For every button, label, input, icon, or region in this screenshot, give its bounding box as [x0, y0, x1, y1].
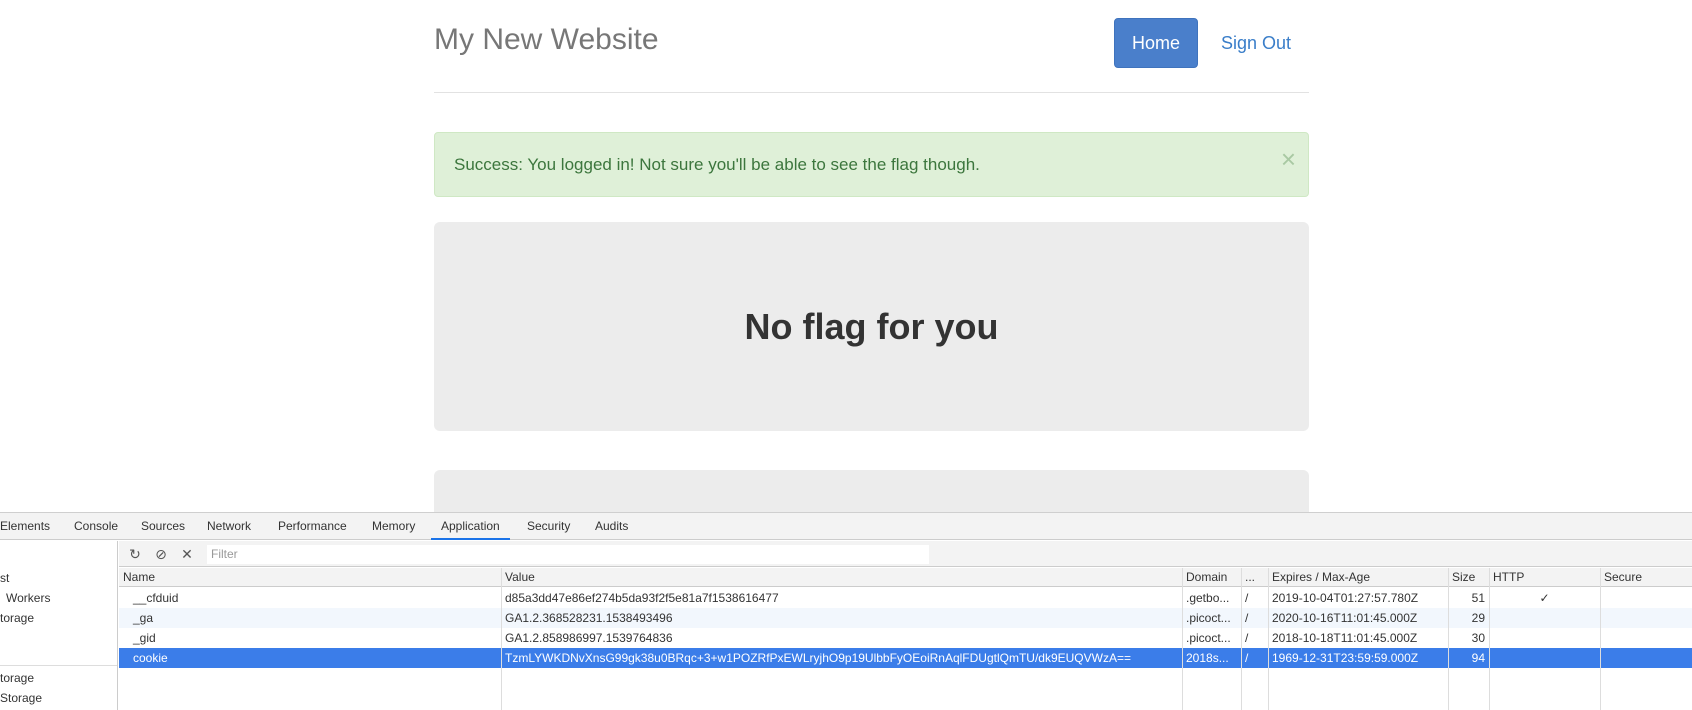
cookie-path: /: [1245, 631, 1249, 645]
cookie-expires: 2020-10-16T11:01:45.000Z: [1272, 611, 1418, 625]
cookie-domain: .getbo...: [1186, 591, 1230, 605]
filter-input[interactable]: Filter: [207, 545, 929, 564]
column-divider[interactable]: [1489, 568, 1490, 710]
refresh-icon[interactable]: ↻: [126, 545, 144, 563]
tab-memory[interactable]: Memory: [372, 513, 415, 540]
delete-selected-icon[interactable]: ✕: [178, 545, 196, 563]
column-divider[interactable]: [1182, 568, 1183, 710]
devtools-panel: Elements Console Sources Network Perform…: [0, 512, 1692, 710]
cookie-domain: .picoct...: [1186, 611, 1231, 625]
column-header-path[interactable]: ...: [1241, 568, 1268, 587]
cookie-value: TzmLYWKDNvXnsG99gk38u0BRqc+3+w1POZRfPxEW…: [505, 651, 1131, 665]
cookie-name: _gid: [133, 631, 156, 645]
tab-elements[interactable]: Elements: [0, 513, 50, 540]
table-row[interactable]: _ga GA1.2.368528231.1538493496 .picoct..…: [119, 608, 1692, 628]
cookie-size: 94: [1471, 651, 1485, 665]
cookie-http-only: [1489, 628, 1600, 648]
jumbotron-secondary: [434, 470, 1309, 512]
header-divider: [434, 92, 1309, 93]
tab-application[interactable]: Application: [431, 513, 510, 540]
cookie-size: 30: [1471, 631, 1485, 645]
alert-close-icon[interactable]: ×: [1281, 146, 1296, 172]
sidebar-item-session-storage[interactable]: Storage: [0, 691, 42, 705]
site-title[interactable]: My New Website: [434, 23, 659, 57]
cookie-expires: 2018-10-18T11:01:45.000Z: [1272, 631, 1418, 645]
clear-all-icon[interactable]: ⊘: [152, 545, 170, 563]
table-row[interactable]: __cfduid d85a3dd47e86ef274b5da93f2f5e81a…: [119, 588, 1692, 608]
webpage-viewport: My New Website Home Sign Out Success: Yo…: [0, 0, 1692, 512]
column-header-value[interactable]: Value: [501, 568, 1182, 587]
cookie-value: GA1.2.858986997.1539764836: [505, 631, 673, 645]
column-divider[interactable]: [1448, 568, 1449, 710]
cookie-domain: .picoct...: [1186, 631, 1231, 645]
cookie-path: /: [1245, 651, 1249, 665]
sidebar-divider: [0, 665, 117, 666]
application-sidebar: st Workers torage torage Storage: [0, 541, 118, 710]
column-header-size[interactable]: Size: [1448, 568, 1489, 587]
success-alert: Success: You logged in! Not sure you'll …: [434, 132, 1309, 197]
tab-audits[interactable]: Audits: [595, 513, 628, 540]
table-header: Name Value Domain ... Expires / Max-Age …: [119, 568, 1692, 587]
cookie-name: cookie: [133, 651, 168, 665]
alert-message: Success: You logged in! Not sure you'll …: [454, 154, 980, 174]
cookie-name: __cfduid: [133, 591, 179, 605]
table-row[interactable]: _gid GA1.2.858986997.1539764836 .picoct.…: [119, 628, 1692, 648]
cookie-http-only: [1489, 648, 1600, 668]
cookie-secure: [1600, 608, 1692, 628]
cookie-path: /: [1245, 591, 1249, 605]
cookie-domain: 2018s...: [1186, 651, 1229, 665]
cookie-expires: 2019-10-04T01:27:57.780Z: [1272, 591, 1419, 605]
column-divider[interactable]: [501, 568, 502, 710]
column-header-name[interactable]: Name: [119, 568, 501, 587]
table-row-selected[interactable]: cookie TzmLYWKDNvXnsG99gk38u0BRqc+3+w1PO…: [119, 648, 1692, 668]
sidebar-item-clear-storage[interactable]: torage: [0, 611, 34, 625]
sidebar-item-service-workers[interactable]: Workers: [6, 591, 50, 605]
tab-security[interactable]: Security: [527, 513, 570, 540]
cookie-http-only: [1489, 608, 1600, 628]
jumbotron-heading: No flag for you: [744, 305, 999, 347]
sidebar-item-manifest[interactable]: st: [0, 571, 9, 585]
cookies-table: Name Value Domain ... Expires / Max-Age …: [119, 568, 1692, 710]
devtools-tab-bar: Elements Console Sources Network Perform…: [0, 513, 1692, 540]
cookie-secure: [1600, 648, 1692, 668]
cookie-http-only: ✓: [1539, 591, 1550, 605]
jumbotron: No flag for you: [434, 222, 1309, 431]
tab-console[interactable]: Console: [74, 513, 118, 540]
column-divider[interactable]: [1241, 568, 1242, 710]
sidebar-item-local-storage[interactable]: torage: [0, 671, 34, 685]
cookie-secure: [1600, 588, 1692, 608]
nav-sign-out-link[interactable]: Sign Out: [1206, 18, 1306, 68]
tab-performance[interactable]: Performance: [278, 513, 347, 540]
column-divider[interactable]: [1268, 568, 1269, 710]
column-divider[interactable]: [1600, 568, 1601, 710]
tab-network[interactable]: Network: [207, 513, 251, 540]
column-header-expires[interactable]: Expires / Max-Age: [1268, 568, 1448, 587]
column-header-domain[interactable]: Domain: [1182, 568, 1241, 587]
cookie-size: 29: [1471, 611, 1485, 625]
cookie-value: GA1.2.368528231.1538493496: [505, 611, 673, 625]
cookie-name: _ga: [133, 611, 154, 625]
cookie-size: 51: [1471, 591, 1485, 605]
cookie-secure: [1600, 628, 1692, 648]
cookie-expires: 1969-12-31T23:59:59.000Z: [1272, 651, 1419, 665]
cookie-path: /: [1245, 611, 1249, 625]
cookies-toolbar: ↻ ⊘ ✕ Filter: [119, 541, 1692, 567]
column-header-secure[interactable]: Secure: [1600, 568, 1692, 587]
tab-sources[interactable]: Sources: [141, 513, 185, 540]
nav-home-button[interactable]: Home: [1114, 18, 1198, 68]
cookie-value: d85a3dd47e86ef274b5da93f2f5e81a7f1538616…: [505, 591, 779, 605]
column-header-http[interactable]: HTTP: [1489, 568, 1600, 587]
